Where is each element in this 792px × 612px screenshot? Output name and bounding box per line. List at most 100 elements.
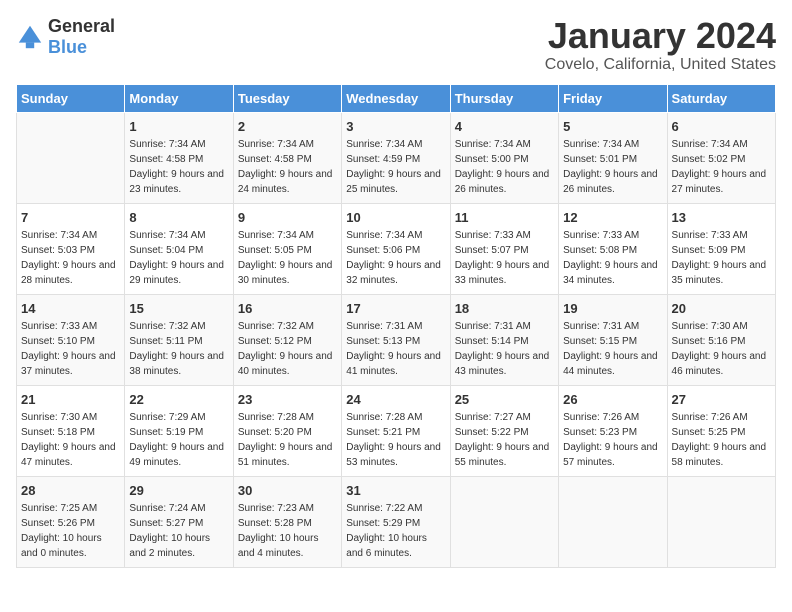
- cell-info: Sunrise: 7:26 AMSunset: 5:23 PMDaylight:…: [563, 410, 662, 470]
- day-number: 4: [455, 119, 554, 134]
- calendar-cell: 17 Sunrise: 7:31 AMSunset: 5:13 PMDayligh…: [342, 294, 450, 385]
- day-number: 28: [21, 483, 120, 498]
- day-number: 31: [346, 483, 445, 498]
- title-section: January 2024 Covelo, California, United …: [545, 16, 776, 74]
- day-number: 5: [563, 119, 662, 134]
- calendar-cell: 22Sunrise: 7:29 AMSunset: 5:19 PMDayligh…: [125, 385, 233, 476]
- cell-info: Sunrise: 7:32 AMSunset: 5:11 PMDaylight:…: [129, 319, 228, 379]
- logo-general: General: [48, 16, 115, 36]
- cell-info: Sunrise: 7:34 AMSunset: 5:03 PMDaylight:…: [21, 228, 120, 288]
- calendar-cell: 16 Sunrise: 7:32 AMSunset: 5:12 PMDayligh…: [233, 294, 341, 385]
- week-row-2: 7 Sunrise: 7:34 AMSunset: 5:03 PMDaylight…: [17, 203, 776, 294]
- calendar-cell: 18Sunrise: 7:31 AMSunset: 5:14 PMDayligh…: [450, 294, 558, 385]
- calendar-cell: 31 Sunrise: 7:22 AMSunset: 5:29 PMDayligh…: [342, 476, 450, 567]
- logo-blue: Blue: [48, 37, 87, 57]
- calendar-cell: 7 Sunrise: 7:34 AMSunset: 5:03 PMDaylight…: [17, 203, 125, 294]
- calendar-cell: 20Sunrise: 7:30 AMSunset: 5:16 PMDayligh…: [667, 294, 775, 385]
- cell-info: Sunrise: 7:34 AMSunset: 4:58 PMDaylight:…: [238, 137, 337, 197]
- calendar-cell: 12 Sunrise: 7:33 AMSunset: 5:08 PMDayligh…: [559, 203, 667, 294]
- calendar-cell: 4 Sunrise: 7:34 AMSunset: 5:00 PMDaylight…: [450, 112, 558, 203]
- column-header-thursday: Thursday: [450, 84, 558, 112]
- cell-info: Sunrise: 7:32 AMSunset: 5:12 PMDaylight:…: [238, 319, 337, 379]
- cell-info: Sunrise: 7:33 AMSunset: 5:08 PMDaylight:…: [563, 228, 662, 288]
- day-number: 23: [238, 392, 337, 407]
- day-number: 7: [21, 210, 120, 225]
- calendar-header: SundayMondayTuesdayWednesdayThursdayFrid…: [17, 84, 776, 112]
- week-row-4: 21 Sunrise: 7:30 AMSunset: 5:18 PMDayligh…: [17, 385, 776, 476]
- calendar-title: January 2024: [545, 16, 776, 56]
- column-header-sunday: Sunday: [17, 84, 125, 112]
- day-number: 26: [563, 392, 662, 407]
- cell-info: Sunrise: 7:26 AMSunset: 5:25 PMDaylight:…: [672, 410, 771, 470]
- cell-info: Sunrise: 7:30 AMSunset: 5:18 PMDaylight:…: [21, 410, 120, 470]
- column-header-monday: Monday: [125, 84, 233, 112]
- calendar-cell: 21 Sunrise: 7:30 AMSunset: 5:18 PMDayligh…: [17, 385, 125, 476]
- column-header-wednesday: Wednesday: [342, 84, 450, 112]
- cell-info: Sunrise: 7:34 AMSunset: 4:59 PMDaylight:…: [346, 137, 445, 197]
- day-number: 14: [21, 301, 120, 316]
- day-number: 3: [346, 119, 445, 134]
- calendar-cell: 19Sunrise: 7:31 AMSunset: 5:15 PMDayligh…: [559, 294, 667, 385]
- day-number: 6: [672, 119, 771, 134]
- calendar-cell: 14Sunrise: 7:33 AMSunset: 5:10 PMDayligh…: [17, 294, 125, 385]
- cell-info: Sunrise: 7:34 AMSunset: 5:00 PMDaylight:…: [455, 137, 554, 197]
- calendar-cell: 23Sunrise: 7:28 AMSunset: 5:20 PMDayligh…: [233, 385, 341, 476]
- day-number: 2: [238, 119, 337, 134]
- logo: General Blue: [16, 16, 115, 58]
- calendar-table: SundayMondayTuesdayWednesdayThursdayFrid…: [16, 84, 776, 568]
- day-number: 27: [672, 392, 771, 407]
- day-number: 20: [672, 301, 771, 316]
- cell-info: Sunrise: 7:27 AMSunset: 5:22 PMDaylight:…: [455, 410, 554, 470]
- week-row-3: 14Sunrise: 7:33 AMSunset: 5:10 PMDayligh…: [17, 294, 776, 385]
- day-number: 1: [129, 119, 228, 134]
- cell-info: Sunrise: 7:23 AMSunset: 5:28 PMDaylight:…: [238, 501, 337, 561]
- calendar-cell: 24Sunrise: 7:28 AMSunset: 5:21 PMDayligh…: [342, 385, 450, 476]
- cell-info: Sunrise: 7:31 AMSunset: 5:15 PMDaylight:…: [563, 319, 662, 379]
- day-number: 30: [238, 483, 337, 498]
- cell-info: Sunrise: 7:34 AMSunset: 5:06 PMDaylight:…: [346, 228, 445, 288]
- calendar-cell: 3 Sunrise: 7:34 AMSunset: 4:59 PMDaylight…: [342, 112, 450, 203]
- calendar-cell: 2 Sunrise: 7:34 AMSunset: 4:58 PMDaylight…: [233, 112, 341, 203]
- calendar-cell: 8 Sunrise: 7:34 AMSunset: 5:04 PMDaylight…: [125, 203, 233, 294]
- calendar-cell: 11Sunrise: 7:33 AMSunset: 5:07 PMDayligh…: [450, 203, 558, 294]
- cell-info: Sunrise: 7:31 AMSunset: 5:13 PMDaylight:…: [346, 319, 445, 379]
- calendar-cell: 28 Sunrise: 7:25 AMSunset: 5:26 PMDayligh…: [17, 476, 125, 567]
- day-number: 9: [238, 210, 337, 225]
- cell-info: Sunrise: 7:25 AMSunset: 5:26 PMDaylight:…: [21, 501, 120, 561]
- day-number: 17: [346, 301, 445, 316]
- week-row-1: 1 Sunrise: 7:34 AMSunset: 4:58 PMDaylight…: [17, 112, 776, 203]
- cell-info: Sunrise: 7:33 AMSunset: 5:07 PMDaylight:…: [455, 228, 554, 288]
- cell-info: Sunrise: 7:28 AMSunset: 5:21 PMDaylight:…: [346, 410, 445, 470]
- day-number: 21: [21, 392, 120, 407]
- day-number: 16: [238, 301, 337, 316]
- calendar-cell: 15Sunrise: 7:32 AMSunset: 5:11 PMDayligh…: [125, 294, 233, 385]
- cell-info: Sunrise: 7:34 AMSunset: 5:05 PMDaylight:…: [238, 228, 337, 288]
- page-header: General Blue January 2024 Covelo, Califo…: [16, 16, 776, 74]
- column-header-tuesday: Tuesday: [233, 84, 341, 112]
- cell-info: Sunrise: 7:34 AMSunset: 5:04 PMDaylight:…: [129, 228, 228, 288]
- calendar-cell: 26 Sunrise: 7:26 AMSunset: 5:23 PMDayligh…: [559, 385, 667, 476]
- cell-info: Sunrise: 7:22 AMSunset: 5:29 PMDaylight:…: [346, 501, 445, 561]
- column-header-saturday: Saturday: [667, 84, 775, 112]
- calendar-cell: 29Sunrise: 7:24 AMSunset: 5:27 PMDayligh…: [125, 476, 233, 567]
- calendar-cell: [559, 476, 667, 567]
- calendar-cell: [667, 476, 775, 567]
- calendar-cell: [450, 476, 558, 567]
- calendar-cell: 25 Sunrise: 7:27 AMSunset: 5:22 PMDayligh…: [450, 385, 558, 476]
- cell-info: Sunrise: 7:33 AMSunset: 5:09 PMDaylight:…: [672, 228, 771, 288]
- day-number: 8: [129, 210, 228, 225]
- cell-info: Sunrise: 7:34 AMSunset: 4:58 PMDaylight:…: [129, 137, 228, 197]
- calendar-cell: 27 Sunrise: 7:26 AMSunset: 5:25 PMDayligh…: [667, 385, 775, 476]
- day-number: 12: [563, 210, 662, 225]
- week-row-5: 28 Sunrise: 7:25 AMSunset: 5:26 PMDayligh…: [17, 476, 776, 567]
- cell-info: Sunrise: 7:29 AMSunset: 5:19 PMDaylight:…: [129, 410, 228, 470]
- day-number: 13: [672, 210, 771, 225]
- logo-icon: [16, 23, 44, 51]
- day-number: 25: [455, 392, 554, 407]
- calendar-cell: 6Sunrise: 7:34 AMSunset: 5:02 PMDaylight…: [667, 112, 775, 203]
- calendar-cell: 10Sunrise: 7:34 AMSunset: 5:06 PMDayligh…: [342, 203, 450, 294]
- calendar-cell: [17, 112, 125, 203]
- calendar-cell: 30 Sunrise: 7:23 AMSunset: 5:28 PMDayligh…: [233, 476, 341, 567]
- calendar-body: 1 Sunrise: 7:34 AMSunset: 4:58 PMDaylight…: [17, 112, 776, 567]
- cell-info: Sunrise: 7:34 AMSunset: 5:01 PMDaylight:…: [563, 137, 662, 197]
